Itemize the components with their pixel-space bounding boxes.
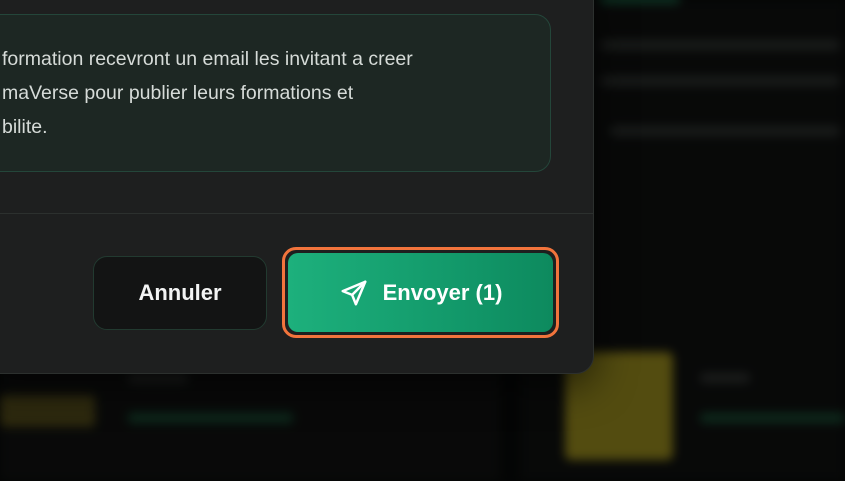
cancel-button-label: Annuler: [138, 280, 222, 305]
screen: formation recevront un email les invitan…: [0, 0, 845, 481]
cancel-button[interactable]: Annuler: [93, 256, 267, 330]
info-notice-text: formation recevront un email les invitan…: [2, 48, 413, 138]
send-icon: [339, 278, 369, 308]
invite-dialog: formation recevront un email les invitan…: [0, 0, 594, 374]
send-button-label: Envoyer (1): [382, 279, 503, 305]
send-button[interactable]: Envoyer (1): [288, 253, 553, 332]
dialog-footer-divider: [0, 213, 593, 214]
info-notice: formation recevront un email les invitan…: [0, 14, 551, 172]
